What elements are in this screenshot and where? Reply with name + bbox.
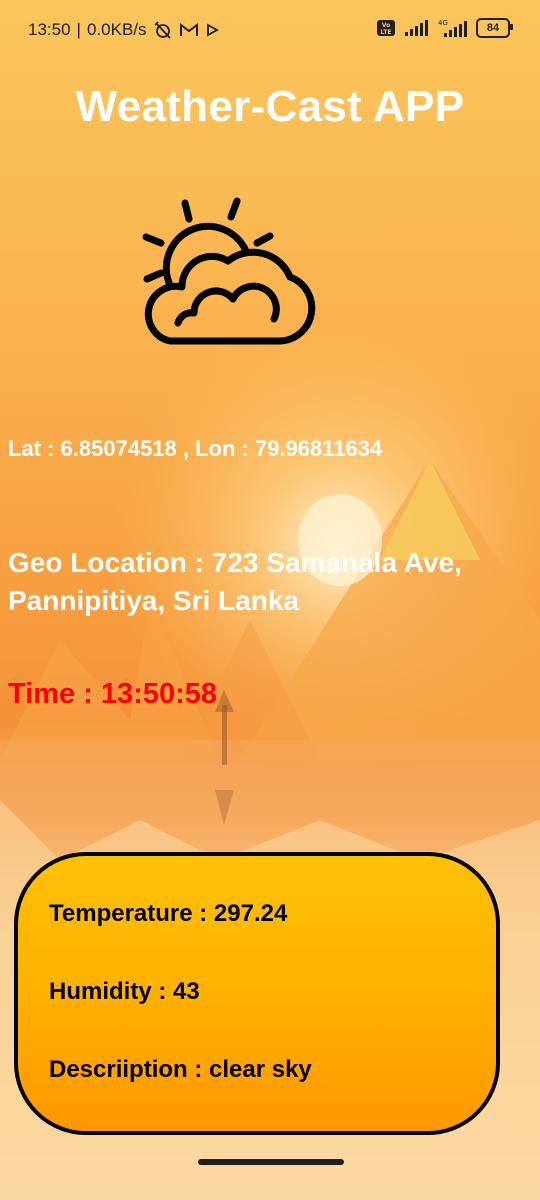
alarm-off-icon — [153, 21, 171, 39]
signal-icon — [405, 20, 428, 36]
status-bar: 13:50 | 0.0KB/s Vo LTE 4G 84 — [0, 0, 540, 60]
gmail-icon — [179, 23, 198, 36]
app-title: Weather-Cast APP — [75, 82, 465, 131]
volte-icon: Vo LTE — [377, 20, 395, 36]
status-bar-left: 13:50 | 0.0KB/s — [28, 20, 219, 40]
status-bar-right: Vo LTE 4G 84 — [376, 18, 513, 38]
geo-location-text: Geo Location : 723 Samanala Ave, Pannipi… — [8, 547, 462, 616]
description-text: Descriiption : clear sky — [49, 1056, 312, 1083]
play-icon — [206, 23, 219, 37]
svg-text:4G: 4G — [438, 19, 448, 27]
weather-info-card: Temperature : 297.24 Humidity : 43 Descr… — [14, 852, 500, 1135]
humidity-text: Humidity : 43 — [49, 978, 200, 1005]
temperature-text: Temperature : 297.24 — [49, 900, 288, 927]
lake — [0, 740, 540, 840]
svg-text:LTE: LTE — [380, 29, 391, 36]
network-speed: 0.0KB/s — [86, 20, 147, 39]
tree-trunk — [222, 705, 227, 765]
svg-text:Vo: Vo — [382, 22, 390, 29]
4g-signal-icon: 4G — [438, 19, 467, 37]
partly-cloudy-icon — [142, 197, 316, 345]
gesture-nav-bar[interactable] — [198, 1159, 344, 1165]
time-text: Time : 13:50:58 — [8, 678, 218, 710]
status-separator: | — [76, 20, 81, 39]
status-time: 13:50 — [28, 20, 71, 39]
battery-icon: 84 — [476, 18, 513, 38]
lat-lon-text: Lat : 6.85074518 , Lon : 79.96811634 — [8, 436, 383, 461]
